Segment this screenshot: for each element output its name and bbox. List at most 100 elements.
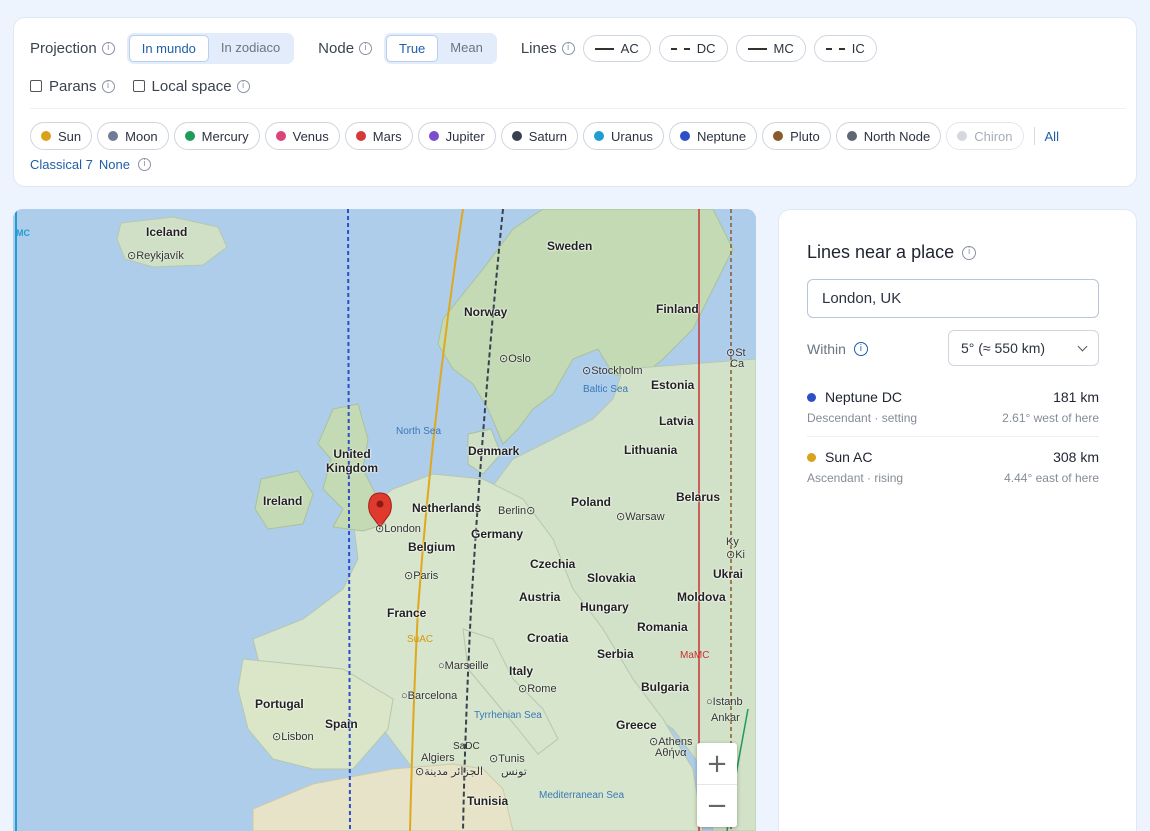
result-subtitle: Ascendant · rising [807, 471, 904, 485]
select-none-link[interactable]: None [99, 157, 130, 172]
line-toggle-label: MC [773, 41, 794, 56]
planet-toggle-venus[interactable]: Venus [264, 122, 340, 150]
map-label-city: ⊙Tunis [489, 753, 525, 765]
map-label-city: ⊙Lisbon [272, 731, 314, 743]
projection-option-in-mundo[interactable]: In mundo [128, 35, 209, 62]
projection-option-in-zodiaco[interactable]: In zodiaco [209, 35, 292, 62]
line-label-sun-ac: SuAC [407, 634, 434, 645]
local-space-checkbox[interactable] [132, 80, 145, 92]
planet-toggle-mars[interactable]: Mars [344, 122, 413, 150]
city-name: Ki [735, 549, 745, 561]
planet-label: Venus [292, 128, 329, 144]
planet-toggle-north-node[interactable]: North Node [835, 122, 942, 150]
map-label-city: ⊙Warsaw [616, 511, 665, 523]
planet-toggle-moon[interactable]: Moon [97, 122, 169, 150]
line-toggle-ic[interactable]: IC [813, 35, 877, 62]
panel-title-text: Lines near a place [807, 242, 955, 262]
line-toggle-ac[interactable]: AC [582, 35, 651, 62]
panel-title: Lines near a place i [807, 242, 977, 263]
lines-info-icon[interactable]: i [561, 42, 575, 55]
result-item[interactable]: Neptune DC Descendant · setting 181 km 2… [807, 389, 1099, 437]
projection-label: Projection [30, 40, 97, 57]
zoom-in-button[interactable]: + [697, 743, 737, 785]
node-label: Node [318, 40, 355, 57]
map-label-city: ⊙Reykjavík [127, 250, 184, 262]
planet-dot [807, 392, 816, 402]
map-label-country: Lithuania [624, 443, 678, 457]
presets-info-icon[interactable]: i [137, 157, 151, 171]
map-label-sea: Baltic Sea [583, 384, 629, 395]
planet-dot [594, 131, 605, 141]
map-label-country: Iceland [146, 225, 188, 239]
zoom-out-button[interactable]: − [697, 785, 737, 827]
planet-toggle-pluto[interactable]: Pluto [762, 122, 831, 150]
zoom-control: + − [697, 743, 737, 827]
map-label-country: Greece [616, 718, 657, 732]
planet-toggle-jupiter[interactable]: Jupiter [417, 122, 496, 150]
line-toggle-dc[interactable]: DC [658, 35, 728, 62]
planet-toggle-uranus[interactable]: Uranus [583, 122, 664, 150]
parans-info-icon[interactable]: i [101, 79, 115, 93]
line-toggle-label: DC [696, 41, 716, 56]
dashed-line-icon [670, 47, 690, 50]
local-space-label: Local space [151, 77, 232, 95]
panel-info-icon[interactable]: i [962, 245, 977, 260]
map-label-city: Ky [726, 536, 739, 548]
map-label-country: France [387, 606, 427, 620]
node-info-icon[interactable]: i [359, 42, 373, 55]
planet-toggle-chiron[interactable]: Chiron [946, 122, 1024, 150]
local-space-info-icon[interactable]: i [236, 79, 250, 93]
map-label-country: Croatia [527, 631, 569, 645]
within-select-value: 5° (≈ 550 km) [961, 340, 1046, 356]
planet-toggle-neptune[interactable]: Neptune [668, 122, 758, 150]
projection-info-icon[interactable]: i [101, 42, 115, 55]
classical-7-link[interactable]: Classical 7 [30, 157, 93, 172]
map-label-country: Czechia [530, 557, 576, 571]
city-name: Marseille [444, 660, 489, 672]
city-name: Αθήνα [655, 747, 687, 759]
map-label-country: United Kingdom [326, 447, 378, 475]
planet-dot [428, 131, 439, 141]
city-name: Tunis [498, 753, 525, 765]
city-name: Paris [413, 570, 439, 582]
divider [30, 108, 1126, 109]
map-label-city: ⊙ الجزائر مدينة [415, 766, 483, 778]
map-label-city: ○Istanb [706, 696, 743, 708]
map-label-country: Austria [519, 590, 561, 604]
result-item[interactable]: Sun AC Ascendant · rising 308 km 4.44° e… [807, 449, 1099, 499]
map-label-city: ⊙Rome [518, 683, 557, 695]
planet-label: Mars [372, 128, 402, 144]
map-label-country: Poland [571, 495, 612, 509]
line-toggle-mc[interactable]: MC [735, 35, 806, 62]
select-all-link[interactable]: All [1045, 129, 1059, 144]
divider [1033, 127, 1035, 145]
city-name: الجزائر [451, 766, 483, 778]
planet-dot [846, 131, 857, 141]
planet-dot [773, 131, 784, 141]
planet-toggle-mercury[interactable]: Mercury [173, 122, 260, 150]
solid-line-icon [594, 47, 614, 50]
planet-label: Moon [125, 128, 158, 144]
map-label-country: Finland [656, 302, 699, 316]
map-label-country: Norway [464, 305, 508, 319]
map-label-sea: Mediterranean Sea [539, 790, 625, 801]
place-input[interactable]: London, UK [807, 279, 1099, 318]
within-select[interactable]: 5° (≈ 550 km) [948, 330, 1099, 366]
map-label-country: Belarus [676, 490, 721, 504]
planet-toggle-sun[interactable]: Sun [30, 122, 93, 150]
within-info-icon[interactable]: i [853, 342, 868, 356]
within-label: Within i [807, 341, 868, 357]
planet-toggle-saturn[interactable]: Saturn [500, 122, 579, 150]
city-name: Lisbon [281, 731, 314, 743]
node-option-mean[interactable]: Mean [438, 35, 495, 62]
map-view[interactable]: Iceland Sweden Norway Finland Estonia La… [13, 209, 756, 831]
map-label-country: Latvia [659, 414, 694, 428]
dashed-line-icon [825, 47, 845, 50]
map-label-sea: North Sea [396, 426, 442, 437]
planet-dot [108, 131, 119, 141]
node-option-true[interactable]: True [386, 35, 439, 62]
parans-checkbox[interactable] [30, 80, 42, 92]
preset-row: Classical 7 None i [30, 155, 151, 173]
map-label-country: Serbia [597, 647, 634, 661]
planet-dot [807, 452, 816, 462]
